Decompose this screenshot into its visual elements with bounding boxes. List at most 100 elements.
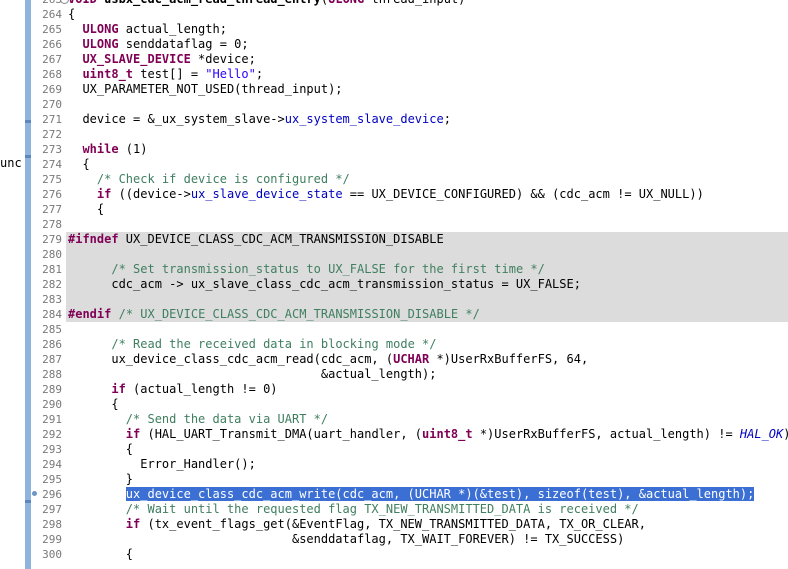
code-token: senddataflag = 0; (118, 37, 249, 51)
code-line[interactable]: 268 uint8_t test[] = "Hello"; (0, 67, 788, 82)
code-text[interactable]: if (tx_event_flags_get(&EventFlag, TX_NE… (68, 517, 646, 532)
code-line[interactable]: 294 Error_Handler(); (0, 457, 788, 472)
code-token: test[] = (133, 67, 206, 81)
code-token: { (68, 202, 105, 216)
code-text[interactable]: while (1) (68, 142, 147, 157)
code-line[interactable]: 273 while (1) (0, 142, 788, 157)
code-text[interactable]: { (68, 157, 89, 172)
code-line[interactable]: 271 device = &_ux_system_slave->ux_syste… (0, 112, 788, 127)
line-number: 284 (42, 308, 62, 321)
code-line[interactable]: 299 &senddataflag, TX_WAIT_FOREVER) != T… (0, 532, 788, 547)
code-token: UX_PARAMETER_NOT_USED(thread_input); (68, 82, 343, 96)
code-line[interactable]: 264 { (0, 7, 788, 22)
code-line[interactable]: 263−VOID usbx_cdc_acm_read_thread_entry(… (0, 0, 788, 7)
code-line[interactable]: 266 ULONG senddataflag = 0; (0, 37, 788, 52)
code-text[interactable]: ux_device_class_cdc_acm_read(cdc_acm, (U… (68, 352, 588, 367)
code-line[interactable]: 283 (0, 292, 788, 307)
code-line[interactable]: 267 UX_SLAVE_DEVICE *device; (0, 52, 788, 67)
code-line[interactable]: 270 (0, 97, 788, 112)
code-line[interactable]: 281 /* Set transmission_status to UX_FAL… (0, 262, 788, 277)
code-text[interactable]: UX_SLAVE_DEVICE *device; (68, 52, 256, 67)
code-token: uint8_t (422, 427, 473, 441)
code-text[interactable]: ULONG senddataflag = 0; (68, 37, 249, 52)
line-number: 298 (42, 518, 62, 531)
code-token: if (125, 427, 141, 441)
code-text[interactable]: if ((device->ux_slave_device_state == UX… (68, 187, 704, 202)
code-line[interactable]: 265 ULONG actual_length; (0, 22, 788, 37)
code-line[interactable]: 272 (0, 127, 788, 142)
code-text[interactable]: /* Read the received data in blocking mo… (68, 337, 436, 352)
code-line[interactable]: 287 ux_device_class_cdc_acm_read(cdc_acm… (0, 352, 788, 367)
code-text[interactable]: #ifndef UX_DEVICE_CLASS_CDC_ACM_TRANSMIS… (68, 232, 444, 247)
code-token: /* Send the data via UART */ (125, 412, 329, 426)
code-line[interactable]: 289 if (actual_length != 0) (0, 382, 788, 397)
code-text[interactable]: /* Send the data via UART */ (68, 412, 328, 427)
code-editor[interactable]: unc 263−VOID usbx_cdc_acm_read_thread_en… (0, 0, 788, 569)
code-token: /* Wait until the requested flag TX_NEW_… (125, 502, 639, 516)
code-line[interactable]: 280 (0, 247, 788, 262)
code-line[interactable]: 290 { (0, 397, 788, 412)
code-text[interactable]: cdc_acm -> ux_slave_class_cdc_acm_transm… (68, 277, 581, 292)
code-token: #ifndef (68, 232, 119, 246)
code-text[interactable]: &senddataflag, TX_WAIT_FOREVER) != TX_SU… (68, 532, 624, 547)
code-line[interactable]: 288 &actual_length); (0, 367, 788, 382)
code-text[interactable]: if (actual_length != 0) (68, 382, 277, 397)
code-line[interactable]: 279 #ifndef UX_DEVICE_CLASS_CDC_ACM_TRANS… (0, 232, 788, 247)
code-line[interactable]: 286 /* Read the received data in blockin… (0, 337, 788, 352)
code-line[interactable]: 292 if (HAL_UART_Transmit_DMA(uart_handl… (0, 427, 788, 442)
code-line[interactable]: 298 if (tx_event_flags_get(&EventFlag, T… (0, 517, 788, 532)
code-text[interactable]: VOID usbx_cdc_acm_read_thread_entry(ULON… (68, 0, 465, 7)
code-text[interactable]: UX_PARAMETER_NOT_USED(thread_input); (68, 82, 343, 97)
code-line[interactable]: 278 (0, 217, 788, 232)
line-number: 296 (42, 488, 62, 501)
line-number: 266 (42, 38, 62, 51)
code-token: while (82, 142, 119, 156)
code-text[interactable]: uint8_t test[] = "Hello"; (68, 67, 263, 82)
code-text[interactable]: { (68, 397, 118, 412)
code-line[interactable]: 284 #endif /* UX_DEVICE_CLASS_CDC_ACM_TRA… (0, 307, 788, 322)
code-text[interactable]: ux_device_class_cdc_acm_write(cdc_acm, (… (68, 487, 755, 502)
code-token: uint8_t (82, 67, 134, 81)
code-token: "Hello" (205, 67, 256, 81)
line-number: 272 (42, 128, 62, 141)
code-text[interactable]: { (68, 7, 75, 22)
code-text[interactable]: #endif /* UX_DEVICE_CLASS_CDC_ACM_TRANSM… (68, 307, 480, 322)
code-text[interactable]: /* Set transmission_status to UX_FALSE f… (68, 262, 544, 277)
code-line[interactable]: 300 { (0, 547, 788, 562)
code-text[interactable]: { (68, 547, 133, 562)
code-line[interactable]: 277 { (0, 202, 788, 217)
line-number: 271 (42, 113, 62, 126)
code-line[interactable]: 297 /* Wait until the requested flag TX_… (0, 502, 788, 517)
code-text[interactable]: /* Check if device is configured */ (68, 172, 350, 187)
code-line[interactable]: 291 /* Send the data via UART */ (0, 412, 788, 427)
code-line[interactable]: 296 ux_device_class_cdc_acm_write(cdc_ac… (0, 487, 788, 502)
line-number: 279 (42, 233, 62, 246)
code-text[interactable]: Error_Handler(); (68, 457, 256, 472)
line-number: 290 (42, 398, 62, 411)
code-line[interactable]: 285 (0, 322, 788, 337)
code-token: { (68, 7, 76, 21)
code-line[interactable]: 276 if ((device->ux_slave_device_state =… (0, 187, 788, 202)
line-number: 265 (42, 23, 62, 36)
code-line[interactable]: 274 { (0, 157, 788, 172)
code-text[interactable]: &actual_length); (68, 367, 437, 382)
code-text[interactable]: if (HAL_UART_Transmit_DMA(uart_handler, … (68, 427, 788, 442)
code-text[interactable]: device = &_ux_system_slave->ux_system_sl… (68, 112, 451, 127)
code-token: usbx_cdc_acm_read_thread_entry (104, 0, 321, 6)
code-text[interactable]: } (68, 472, 133, 487)
code-line[interactable]: 275 /* Check if device is configured */ (0, 172, 788, 187)
code-text[interactable]: /* Wait until the requested flag TX_NEW_… (68, 502, 639, 517)
line-number: 282 (42, 278, 62, 291)
code-line[interactable]: 269 UX_PARAMETER_NOT_USED(thread_input); (0, 82, 788, 97)
code-text[interactable]: ULONG actual_length; (68, 22, 227, 37)
code-line[interactable]: 293 { (0, 442, 788, 457)
selected-code: ux_device_class_cdc_acm_write(cdc_acm, (… (125, 487, 755, 501)
code-token: *device; (190, 52, 256, 66)
code-line[interactable]: 295 } (0, 472, 788, 487)
code-line[interactable]: 282 cdc_acm -> ux_slave_class_cdc_acm_tr… (0, 277, 788, 292)
line-number: 278 (42, 218, 62, 231)
code-text[interactable]: { (68, 442, 133, 457)
code-text[interactable]: { (68, 202, 104, 217)
